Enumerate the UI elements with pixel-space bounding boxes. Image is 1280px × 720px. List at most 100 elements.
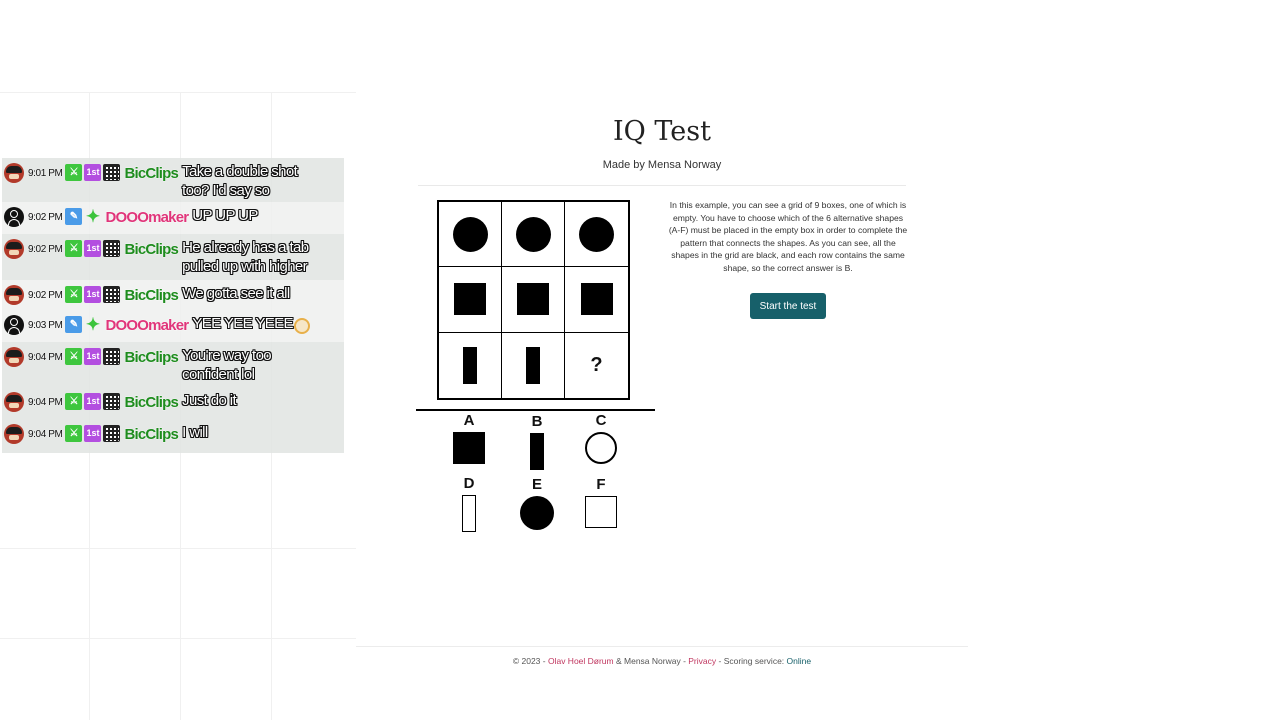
chat-time: 9:02 PM [28,244,63,255]
filled-bar-shape [530,433,544,470]
filled-circle-shape [520,496,554,530]
question-mark: ? [590,353,603,376]
filled-circle-shape [515,216,551,252]
chat-username[interactable]: DOOOmaker [105,317,189,335]
outline-square-shape [585,496,617,528]
badge-list: ⚔ 1st [65,393,121,410]
badge-list: ⚔ 1st [65,286,121,303]
grid-cell [439,267,502,333]
filled-circle-shape [452,216,488,252]
grid-cell [439,202,502,268]
avatar [4,424,24,444]
chat-message: 9:03 PM ✎ ✦ DOOOmaker YEE YEE YEEE [2,310,344,342]
first-badge-icon: 1st [84,286,102,303]
chat-message: 9:02 PM ⚔ 1st BicClips He already has a … [2,234,344,280]
chat-time: 9:04 PM [28,429,63,440]
instructions-text: In this example, you can see a grid of 9… [668,200,908,273]
background-line [0,638,356,639]
year-badge-icon [103,425,121,442]
year-badge-icon [103,286,121,303]
option-b: B [512,413,562,470]
sword-badge-icon: ⚔ [65,425,83,442]
grid-cell [502,202,565,268]
chat-message: 9:04 PM ⚔ 1st BicClips Just do it [2,387,344,419]
option-letter: D [463,475,475,492]
option-letter: A [463,412,475,429]
author-link[interactable]: Olav Hoel Dørum [548,656,614,666]
mouse-cursor-icon [294,318,310,334]
answer-divider [416,409,655,411]
outline-circle-shape [585,432,617,464]
footer-org: & Mensa Norway - [613,656,689,666]
chat-username[interactable]: BicClips [124,241,179,259]
badge-list: ⚔ 1st [65,425,121,442]
option-f: F [576,476,626,528]
chat-text: You're way too confident lol [182,347,272,383]
chat-time: 9:04 PM [28,352,63,363]
sword-badge-icon: ⚔ [65,348,83,365]
chat-text: I will [182,424,208,441]
grid-cell [439,332,502,398]
badge-list: ✎ ✦ [65,208,101,225]
avatar [4,285,24,305]
chat-username[interactable]: BicClips [124,426,179,444]
footer-scoring-label: - Scoring service: [716,656,787,666]
grid-cell [502,332,565,398]
chat-time: 9:03 PM [28,320,63,331]
chat-time: 9:04 PM [28,397,63,408]
chat-text: We gotta see it all [182,285,290,302]
puzzle-grid: ? [437,200,630,400]
filled-square-shape [580,283,613,316]
chat-text: He already has a tab pulled up with high… [182,239,309,275]
badge-list: ⚔ 1st [65,348,121,365]
scoring-status: Online [786,656,812,666]
filled-square-shape [453,432,485,464]
option-letter: B [531,413,543,430]
hammer-badge-icon: ✎ [65,316,83,333]
filled-square-shape [454,283,486,316]
start-test-button[interactable]: Start the test [750,293,826,319]
first-badge-icon: 1st [84,240,102,257]
year-badge-icon [103,348,121,365]
chat-text: YEE YEE YEEE [192,315,293,332]
grid-cell-empty: ? [565,333,628,398]
sparkle-badge-icon: ✦ [85,315,101,334]
filled-bar-shape [463,346,477,384]
chat-username[interactable]: BicClips [124,394,179,412]
footer-copyright: © 2023 - [512,656,548,666]
option-e: E [512,476,562,530]
background-line [0,92,356,93]
filled-bar-shape [526,346,540,384]
footer-divider [356,646,968,647]
chat-message: 9:04 PM ⚔ 1st BicClips I will [2,419,344,453]
chat-username[interactable]: BicClips [124,349,179,367]
sparkle-badge-icon: ✦ [85,207,101,226]
chat-username[interactable]: BicClips [124,287,179,305]
grid-cell [565,202,628,268]
chat-text: UP UP UP [192,207,258,224]
chat-overlay: 9:01 PM ⚔ 1st BicClips Take a double sho… [2,158,344,453]
chat-time: 9:02 PM [28,290,63,301]
outline-bar-shape [462,495,476,532]
sword-badge-icon: ⚔ [65,240,83,257]
filled-square-shape [517,283,549,316]
grid-cell [502,267,565,333]
year-badge-icon [103,240,121,257]
option-a: A [444,412,494,464]
header-divider [418,185,906,186]
year-badge-icon [103,393,121,410]
chat-message: 9:02 PM ✎ ✦ DOOOmaker UP UP UP [2,202,344,234]
chat-username[interactable]: DOOOmaker [105,209,189,227]
hammer-badge-icon: ✎ [65,208,83,225]
first-badge-icon: 1st [84,348,102,365]
page-subtitle: Made by Mensa Norway [602,159,722,171]
chat-time: 9:02 PM [28,212,63,223]
sword-badge-icon: ⚔ [65,393,83,410]
grid-cell [565,267,628,333]
avatar [4,315,24,335]
first-badge-icon: 1st [84,425,102,442]
page-title: IQ Test [613,116,711,147]
badge-list: ✎ ✦ [65,316,101,333]
option-c: C [576,412,626,464]
privacy-link[interactable]: Privacy [688,656,716,666]
